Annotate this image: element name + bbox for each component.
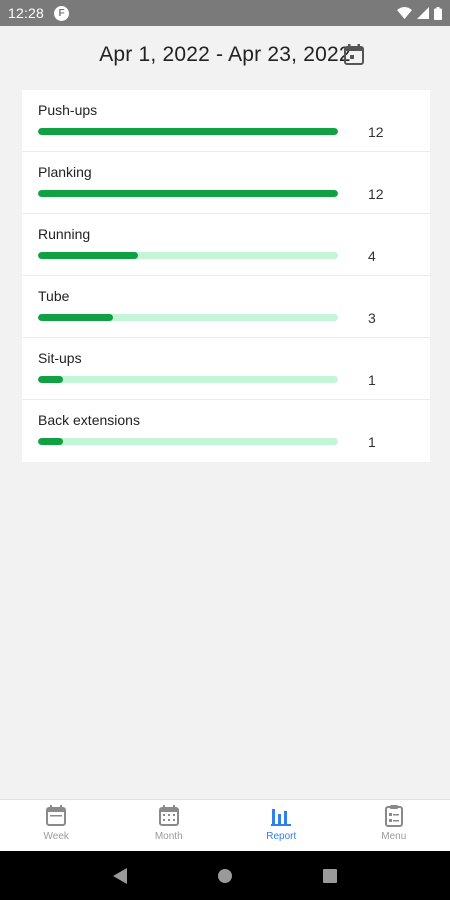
wifi-icon	[397, 7, 412, 19]
nav-menu[interactable]: Menu	[338, 800, 450, 851]
exercise-row[interactable]: Sit-ups 1	[22, 338, 430, 400]
exercise-name: Tube	[38, 288, 70, 304]
clipboard-menu-icon	[384, 805, 403, 827]
system-recents-button[interactable]	[315, 861, 345, 891]
progress-fill	[38, 376, 63, 383]
progress-track	[38, 438, 338, 445]
nav-menu-label: Menu	[381, 831, 407, 842]
calendar-icon	[344, 44, 364, 65]
cell-signal-icon	[417, 7, 429, 19]
bar-chart-icon	[271, 809, 292, 826]
back-triangle-icon	[113, 867, 128, 884]
progress-fill	[38, 252, 138, 259]
status-indicators	[397, 6, 442, 20]
status-bar: 12:28 F	[0, 0, 450, 26]
exercise-name: Back extensions	[38, 412, 140, 428]
exercise-name: Running	[38, 226, 91, 242]
nav-month[interactable]: Month	[113, 800, 226, 851]
system-back-button[interactable]	[105, 861, 135, 891]
exercise-count: 1	[368, 372, 376, 388]
nav-week[interactable]: Week	[0, 800, 113, 851]
exercise-name: Planking	[38, 164, 92, 180]
exercise-count: 3	[368, 310, 376, 326]
system-navigation-bar	[0, 851, 450, 900]
progress-track	[38, 314, 338, 321]
progress-fill	[38, 128, 338, 135]
app-notification-icon: F	[54, 5, 70, 21]
home-circle-icon	[217, 868, 232, 883]
exercise-row[interactable]: Push-ups 12	[22, 90, 430, 152]
exercise-name: Sit-ups	[38, 350, 82, 366]
exercise-count: 4	[368, 248, 376, 264]
progress-fill	[38, 438, 63, 445]
report-card: Push-ups 12 Planking 12 Running 4 Tube 3 Sit-ups…	[22, 90, 430, 462]
bottom-navigation: Week Month Report Menu	[0, 799, 450, 851]
date-header: Apr 1, 2022 - Apr 23, 2022	[0, 26, 450, 84]
date-range[interactable]: Apr 1, 2022 - Apr 23, 2022	[99, 43, 351, 67]
calendar-picker-button[interactable]	[343, 43, 365, 67]
calendar-month-icon	[158, 805, 179, 826]
calendar-week-icon	[46, 805, 67, 826]
exercise-count: 12	[368, 186, 384, 202]
exercise-name: Push-ups	[38, 102, 98, 118]
nav-report-label: Report	[266, 831, 297, 842]
exercise-count: 12	[368, 124, 384, 140]
exercise-count: 1	[368, 434, 376, 450]
status-time: 12:28	[8, 5, 45, 21]
nav-week-label: Week	[43, 831, 69, 842]
exercise-row[interactable]: Back extensions 1	[22, 400, 430, 462]
exercise-row[interactable]: Running 4	[22, 214, 430, 276]
recents-square-icon	[322, 868, 337, 883]
progress-track	[38, 376, 338, 383]
progress-track	[38, 252, 338, 259]
nav-report[interactable]: Report	[225, 800, 338, 851]
progress-fill	[38, 314, 113, 321]
battery-icon	[434, 6, 442, 20]
system-home-button[interactable]	[210, 861, 240, 891]
screen: 12:28 F Apr 1, 2022 - Apr 23, 2022 Push-…	[0, 0, 450, 900]
exercise-row[interactable]: Planking 12	[22, 152, 430, 214]
progress-track	[38, 128, 338, 135]
progress-track	[38, 190, 338, 197]
progress-fill	[38, 190, 338, 197]
exercise-row[interactable]: Tube 3	[22, 276, 430, 338]
nav-month-label: Month	[154, 831, 183, 842]
